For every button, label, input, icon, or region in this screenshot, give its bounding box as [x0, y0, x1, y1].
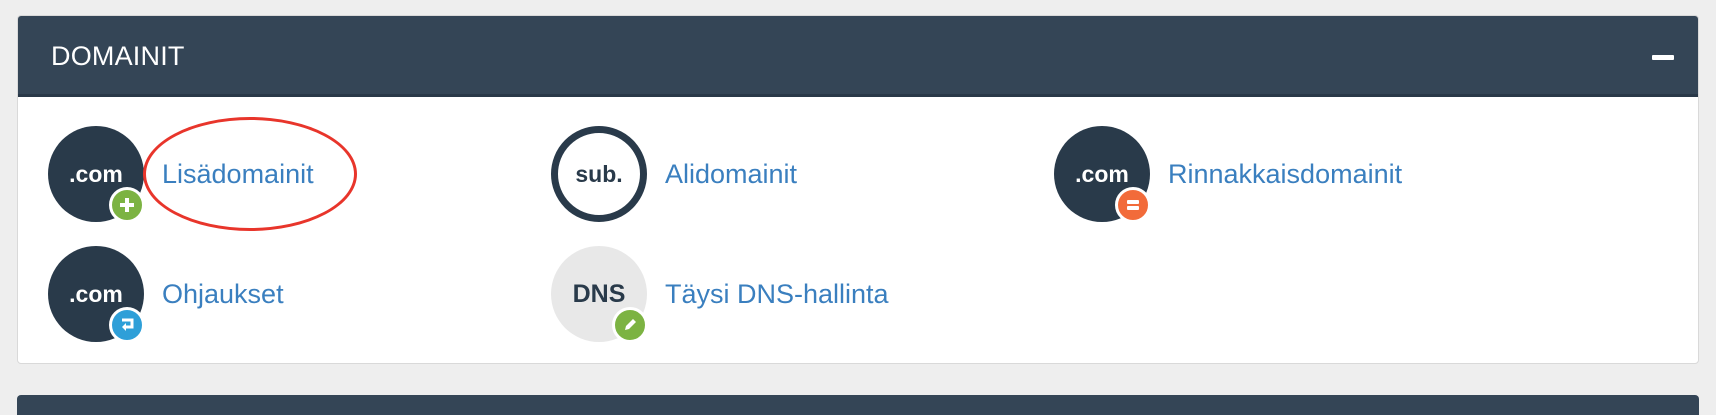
item-label[interactable]: Rinnakkaisdomainit: [1168, 156, 1402, 192]
icon-text: sub.: [575, 160, 623, 187]
next-panel-header: [17, 395, 1699, 415]
panel-title: DOMAINIT: [51, 41, 185, 71]
icon-text: .com: [69, 280, 123, 307]
item-label[interactable]: Ohjaukset: [162, 276, 284, 312]
equals-icon: [1115, 187, 1151, 223]
minus-icon: [1652, 55, 1674, 60]
panel-header[interactable]: DOMAINIT: [18, 16, 1698, 97]
redirect-icon: [109, 307, 145, 343]
item-label[interactable]: Täysi DNS-hallinta: [665, 276, 889, 312]
highlight-annotation: [143, 117, 357, 231]
item-label[interactable]: Alidomainit: [665, 156, 797, 192]
pencil-icon: [612, 307, 648, 343]
icon-text: DNS: [572, 279, 626, 308]
icon-text: .com: [69, 160, 123, 187]
subdomain-icon: sub.: [551, 126, 647, 222]
plus-icon: [109, 187, 145, 223]
collapse-button[interactable]: [1644, 42, 1684, 72]
icon-text: .com: [1075, 160, 1129, 187]
